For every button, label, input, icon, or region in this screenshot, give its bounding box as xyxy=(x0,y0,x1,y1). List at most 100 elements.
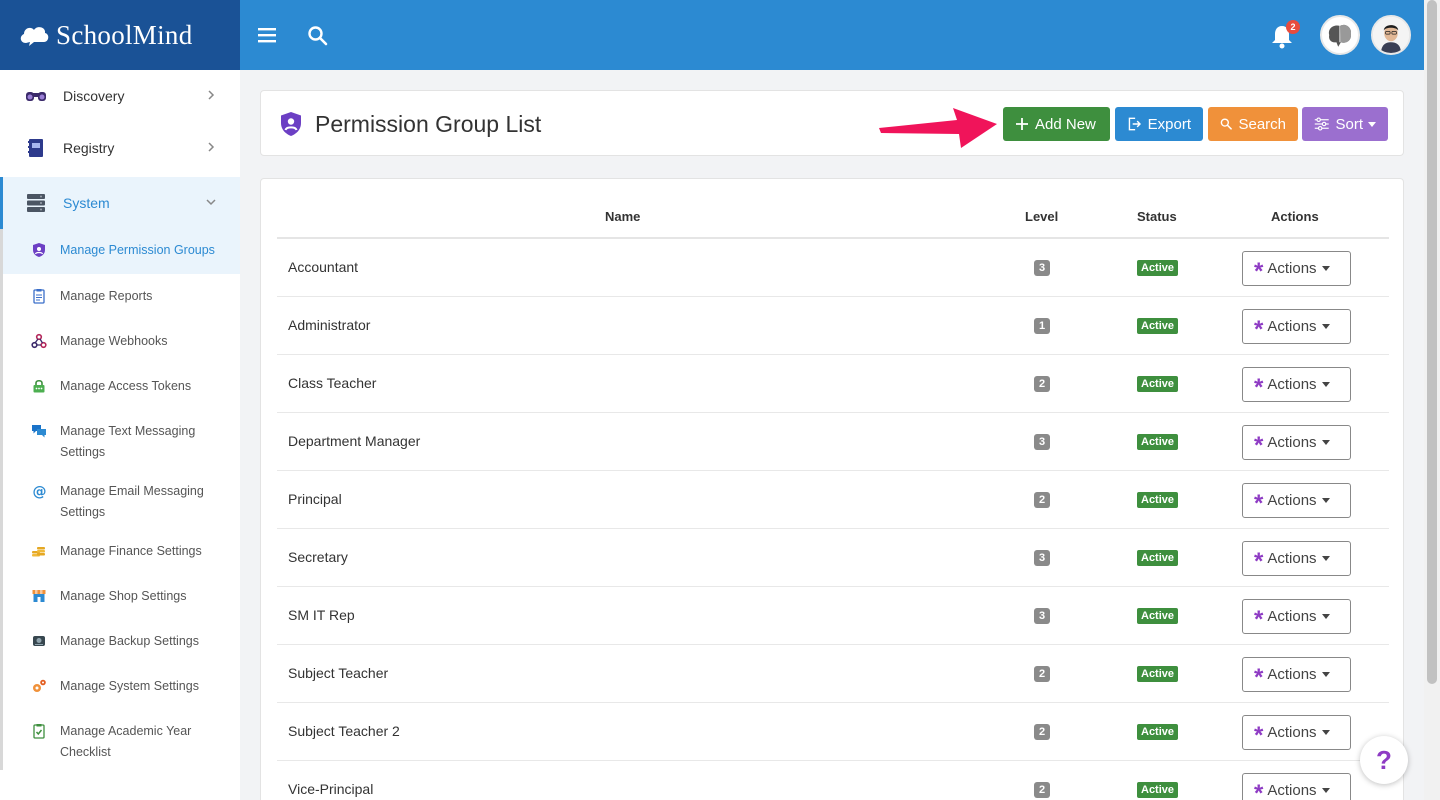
page-header-card: Permission Group List Add New Export Sea… xyxy=(260,90,1404,156)
user-avatar[interactable] xyxy=(1371,15,1411,55)
hamburger-menu-icon[interactable] xyxy=(254,22,280,48)
chevron-right-icon xyxy=(208,142,215,152)
caret-down-icon xyxy=(1321,556,1330,561)
sidebar-item-label: Discovery xyxy=(63,88,125,104)
table-row: Subject Teacher 2 Active * Actions xyxy=(277,645,1389,703)
sidebar-sub-label: Manage Webhooks xyxy=(60,334,168,348)
table-row: Principal 2 Active * Actions xyxy=(277,471,1389,529)
sidebar-item-manage-backup-settings[interactable]: Manage Backup Settings xyxy=(3,631,240,652)
asterisk-icon: * xyxy=(1254,663,1264,691)
chevron-down-icon xyxy=(206,199,216,206)
sidebar-item-manage-shop-settings[interactable]: Manage Shop Settings xyxy=(3,586,240,607)
actions-label: Actions xyxy=(1267,376,1317,393)
caret-down-icon xyxy=(1321,324,1330,329)
sidebar-item-manage-email-messaging-settings[interactable]: @ Manage Email Messaging Settings xyxy=(3,481,223,523)
group-name: SM IT Rep xyxy=(288,607,355,623)
sidebar-item-manage-webhooks[interactable]: Manage Webhooks xyxy=(3,331,240,352)
status-badge: Active xyxy=(1137,666,1179,682)
level-badge: 2 xyxy=(1034,492,1050,508)
brand-name: SchoolMind xyxy=(56,19,193,50)
add-new-button[interactable]: Add New xyxy=(1003,107,1110,141)
status-badge: Active xyxy=(1137,608,1179,624)
at-sign-icon: @ xyxy=(33,484,47,499)
actions-label: Actions xyxy=(1267,666,1317,683)
sidebar: Discovery Registry System Manage Permiss… xyxy=(0,70,240,800)
table-row: Department Manager 3 Active * Actions xyxy=(277,413,1389,471)
status-badge: Active xyxy=(1137,782,1179,798)
sidebar-item-manage-permission-groups[interactable]: Manage Permission Groups xyxy=(3,229,240,274)
sidebar-item-system[interactable]: System xyxy=(0,177,240,229)
sidebar-item-manage-access-tokens[interactable]: Manage Access Tokens xyxy=(3,376,240,397)
server-icon xyxy=(27,194,45,212)
asterisk-icon: * xyxy=(1254,489,1264,517)
level-badge: 2 xyxy=(1034,376,1050,392)
actions-dropdown-button[interactable]: * Actions xyxy=(1242,309,1351,344)
actions-dropdown-button[interactable]: * Actions xyxy=(1242,599,1351,634)
asterisk-icon: * xyxy=(1254,315,1264,343)
help-button[interactable]: ? xyxy=(1360,736,1408,784)
caret-down-icon xyxy=(1321,788,1330,793)
sidebar-item-manage-reports[interactable]: Manage Reports xyxy=(3,286,240,307)
actions-label: Actions xyxy=(1267,782,1317,799)
permission-group-table: Name Level Status Actions Accountant 3 A… xyxy=(260,178,1404,800)
actions-dropdown-button[interactable]: * Actions xyxy=(1242,657,1351,692)
actions-dropdown-button[interactable]: * Actions xyxy=(1242,483,1351,518)
group-name: Administrator xyxy=(288,317,371,333)
table-row: Secretary 3 Active * Actions xyxy=(277,529,1389,587)
search-icon[interactable] xyxy=(306,24,330,48)
export-button[interactable]: Export xyxy=(1115,107,1203,141)
level-badge: 3 xyxy=(1034,434,1050,450)
actions-label: Actions xyxy=(1267,260,1317,277)
level-badge: 2 xyxy=(1034,666,1050,682)
brand-logo[interactable]: SchoolMind xyxy=(0,0,240,70)
shield-user-icon xyxy=(33,243,45,257)
webhook-icon xyxy=(31,333,47,349)
actions-dropdown-button[interactable]: * Actions xyxy=(1242,425,1351,460)
sort-label: Sort xyxy=(1335,115,1363,133)
sidebar-item-manage-academic-year-checklist[interactable]: Manage Academic Year Checklist xyxy=(3,721,203,763)
school-avatar[interactable] xyxy=(1320,15,1360,55)
svg-text:@: @ xyxy=(33,484,47,499)
caret-down-icon xyxy=(1368,121,1376,127)
asterisk-icon: * xyxy=(1254,431,1264,459)
level-badge: 3 xyxy=(1034,260,1050,276)
actions-dropdown-button[interactable]: * Actions xyxy=(1242,773,1351,800)
add-new-label: Add New xyxy=(1035,115,1096,133)
level-badge: 3 xyxy=(1034,608,1050,624)
sidebar-sub-label: Manage Academic Year Checklist xyxy=(60,724,192,759)
table-row: SM IT Rep 3 Active * Actions xyxy=(277,587,1389,645)
sidebar-item-label: Registry xyxy=(63,140,115,156)
asterisk-icon: * xyxy=(1254,257,1264,285)
status-badge: Active xyxy=(1137,434,1179,450)
binoculars-icon xyxy=(26,92,46,101)
asterisk-icon: * xyxy=(1254,779,1264,800)
chat-bubbles-icon xyxy=(32,425,46,438)
asterisk-icon: * xyxy=(1254,373,1264,401)
sidebar-item-manage-system-settings[interactable]: Manage System Settings xyxy=(3,676,240,697)
sidebar-sub-label: Manage Shop Settings xyxy=(60,589,187,603)
scrollbar-thumb[interactable] xyxy=(1427,0,1437,684)
column-header-level[interactable]: Level xyxy=(1025,209,1058,224)
sidebar-item-registry[interactable]: Registry xyxy=(0,122,240,174)
group-name: Vice-Principal xyxy=(288,781,374,797)
status-badge: Active xyxy=(1137,550,1179,566)
actions-dropdown-button[interactable]: * Actions xyxy=(1242,251,1351,286)
actions-dropdown-button[interactable]: * Actions xyxy=(1242,367,1351,402)
search-button[interactable]: Search xyxy=(1208,107,1298,141)
sidebar-item-label: System xyxy=(63,195,110,211)
actions-label: Actions xyxy=(1267,492,1317,509)
column-header-status[interactable]: Status xyxy=(1137,209,1177,224)
chevron-right-icon xyxy=(208,90,215,100)
sidebar-item-manage-finance-settings[interactable]: Manage Finance Settings xyxy=(3,541,240,562)
school-logo-icon xyxy=(1328,24,1352,47)
page-scrollbar[interactable] xyxy=(1424,0,1440,800)
sidebar-sub-label: Manage Permission Groups xyxy=(60,243,215,257)
status-badge: Active xyxy=(1137,260,1179,276)
sidebar-item-discovery[interactable]: Discovery xyxy=(0,70,240,122)
sidebar-item-manage-text-messaging-settings[interactable]: Manage Text Messaging Settings xyxy=(3,421,203,463)
actions-dropdown-button[interactable]: * Actions xyxy=(1242,715,1351,750)
report-clipboard-icon xyxy=(33,289,45,304)
column-header-name[interactable]: Name xyxy=(605,209,640,224)
actions-dropdown-button[interactable]: * Actions xyxy=(1242,541,1351,576)
sort-dropdown-button[interactable]: Sort xyxy=(1302,107,1388,141)
